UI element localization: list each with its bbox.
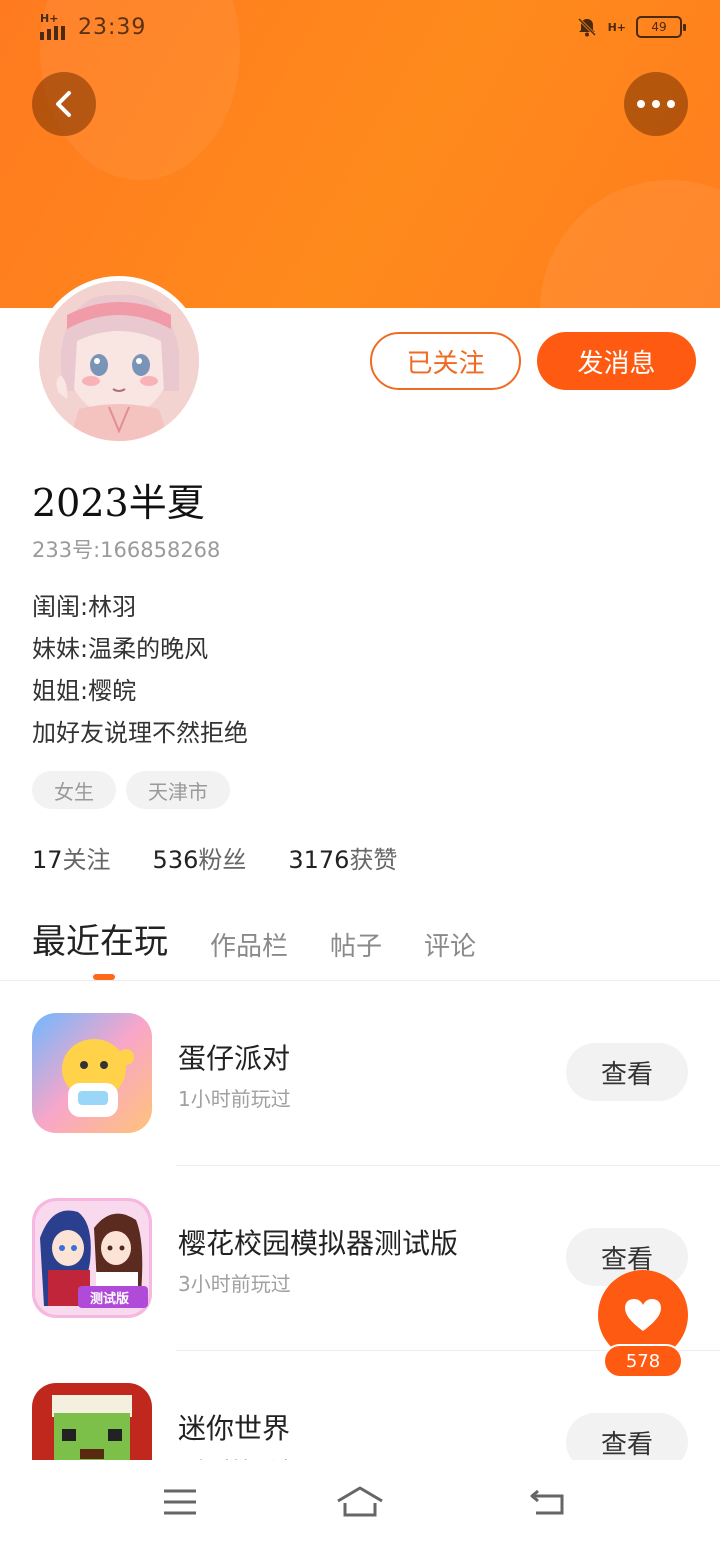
game-name: 迷你世界 [178, 1412, 291, 1445]
system-nav-bar [0, 1460, 720, 1544]
back-button[interactable] [32, 72, 96, 136]
profile-bio: 闺闺:林羽 妹妹:温柔的晚风 姐姐:樱皖 加好友说理不然拒绝 [32, 586, 248, 754]
profile-username: 2023半夏 [32, 481, 205, 525]
bio-line: 加好友说理不然拒绝 [32, 719, 248, 747]
profile-uid: 233号:166858268 [32, 538, 221, 562]
game-last-played: 3小时前玩过 [178, 1272, 291, 1296]
status-time: 23:39 [78, 14, 147, 40]
profile-tags: 女生 天津市 [32, 771, 230, 809]
more-button[interactable] [624, 72, 688, 136]
more-dots-icon [637, 100, 675, 108]
game-last-played: 1小时前玩过 [178, 1087, 291, 1111]
list-item[interactable]: 蛋仔派对 1小时前玩过 查看 [0, 981, 720, 1166]
menu-button[interactable] [150, 1480, 210, 1524]
tab-comments[interactable]: 评论 [424, 926, 476, 963]
game-icon-mini-world[interactable] [32, 1383, 152, 1461]
view-button[interactable]: 查看 [566, 1413, 688, 1461]
send-message-button[interactable]: 发消息 [537, 332, 696, 390]
network-type-label: H+ [607, 20, 626, 34]
game-icon-sakura-school[interactable]: 测试版 [32, 1198, 152, 1318]
menu-icon [164, 1489, 196, 1515]
status-bar: H+ 23:39 H+ 49 [0, 0, 720, 56]
stat-likes[interactable]: 3176获赞 [288, 840, 397, 875]
bio-line: 姐姐:樱皖 [32, 677, 137, 705]
system-back-button[interactable] [518, 1480, 578, 1524]
signal-icon: H+ [38, 12, 70, 40]
game-name: 蛋仔派对 [178, 1042, 291, 1075]
home-icon [337, 1486, 383, 1517]
bell-off-icon [576, 16, 598, 38]
tab-posts[interactable]: 帖子 [330, 926, 382, 963]
bio-line: 闺闺:林羽 [32, 593, 137, 621]
profile-stats: 17关注 536粉丝 3176获赞 [32, 840, 397, 875]
heart-icon [625, 1299, 661, 1331]
home-button[interactable] [330, 1480, 390, 1524]
gender-tag: 女生 [32, 771, 116, 809]
stat-fans[interactable]: 536粉丝 [153, 840, 247, 875]
location-tag: 天津市 [126, 771, 230, 809]
view-button[interactable]: 查看 [566, 1043, 688, 1101]
return-icon [530, 1489, 564, 1515]
game-icon-eggy-party[interactable] [32, 1013, 152, 1133]
bio-line: 妹妹:温柔的晚风 [32, 635, 209, 663]
tab-recently-played[interactable]: 最近在玩 [32, 914, 168, 963]
chevron-left-icon [56, 91, 71, 117]
followed-button[interactable]: 已关注 [370, 332, 521, 390]
recent-games-list: 蛋仔派对 1小时前玩过 查看 测试版 樱花校园模拟器测试版 3小时前玩过 查看 … [0, 981, 720, 1461]
tab-works[interactable]: 作品栏 [210, 926, 288, 963]
stat-following[interactable]: 17关注 [32, 840, 111, 875]
profile-tabs: 最近在玩 作品栏 帖子 评论 [32, 914, 476, 963]
avatar[interactable] [34, 276, 204, 446]
game-icon-badge: 测试版 [90, 1292, 130, 1307]
game-name: 樱花校园模拟器测试版 [178, 1227, 459, 1260]
battery-icon: 49 [636, 16, 686, 38]
like-count: 578 [603, 1344, 683, 1378]
